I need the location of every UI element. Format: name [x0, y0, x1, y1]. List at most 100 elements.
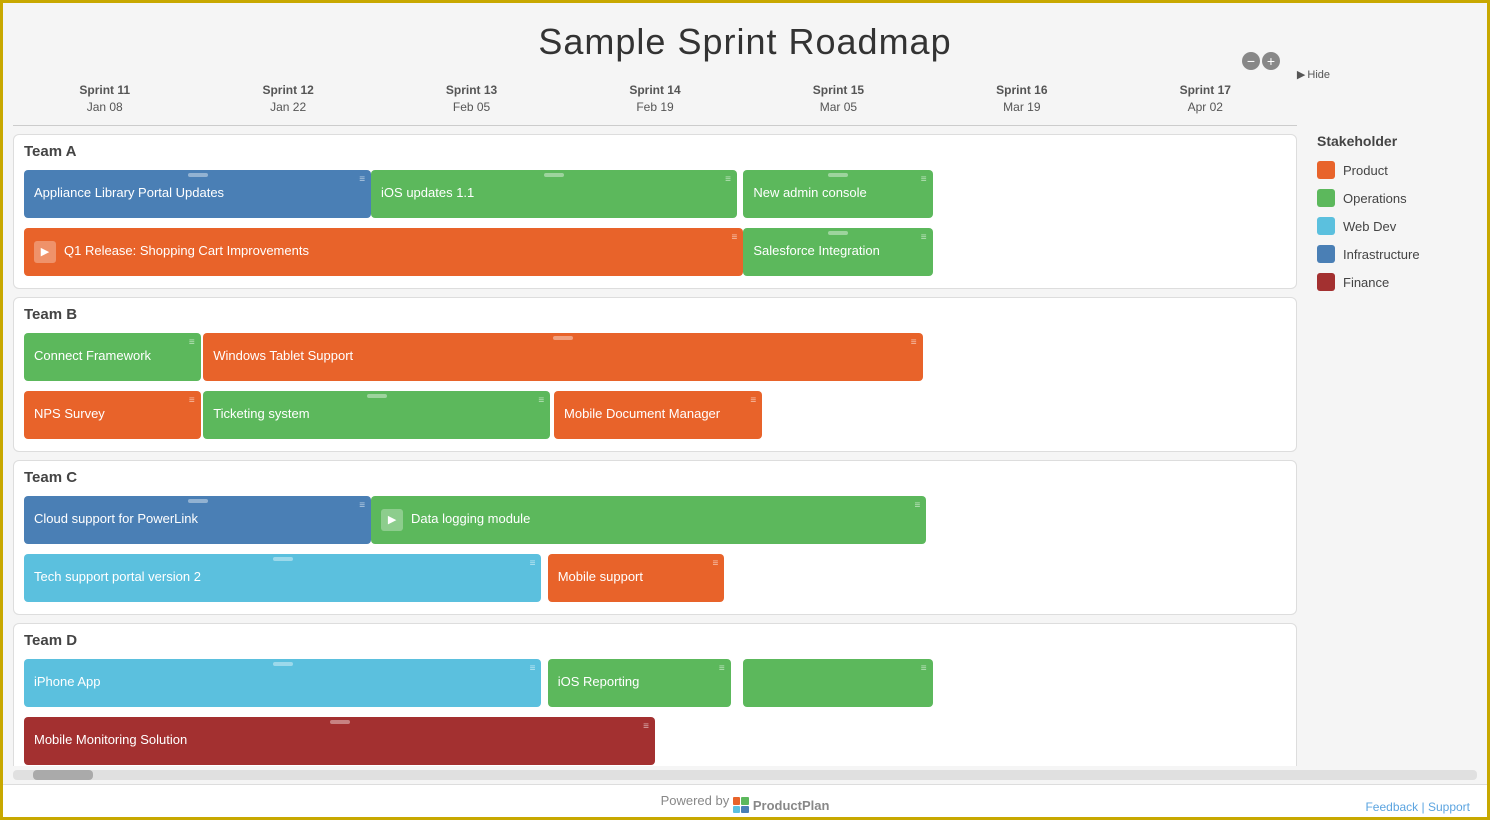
bar-dots-2-1-1: ≡: [713, 558, 719, 569]
team-rows-0: Appliance Library Portal Updates≡iOS upd…: [24, 168, 1286, 278]
bar-expand-2-0-1[interactable]: ▶: [381, 509, 403, 531]
bar-handle-0-0-2: [828, 173, 848, 177]
sprint-header-3: Sprint 14Feb 19: [563, 78, 746, 120]
bar-2-1-1[interactable]: Mobile support≡: [548, 554, 725, 602]
bar-dots-2-0-1: ≡: [914, 500, 920, 511]
zoom-out-button[interactable]: −: [1242, 52, 1260, 70]
sprint-header-5: Sprint 16Mar 19: [930, 78, 1113, 120]
bar-dots-3-1-0: ≡: [643, 721, 649, 732]
bar-label-1-0-0: Connect Framework: [34, 348, 151, 365]
team-title-2: Team C: [24, 469, 1286, 486]
footer-links: Feedback | Support: [1365, 800, 1470, 814]
teams-container: Team AAppliance Library Portal Updates≡i…: [13, 134, 1297, 766]
bar-handle-2-0-0: [188, 499, 208, 503]
bar-label-2-0-0: Cloud support for PowerLink: [34, 511, 198, 528]
bar-0-0-0[interactable]: Appliance Library Portal Updates ≡: [24, 170, 371, 218]
hide-button[interactable]: ▶ Hide: [1297, 68, 1330, 81]
bar-row-2-1: Tech support portal version 2≡Mobile sup…: [24, 552, 1286, 604]
stakeholder-color-2: [1317, 217, 1335, 235]
bar-3-0-1[interactable]: iOS Reporting ≡: [548, 659, 731, 707]
sprint-header-1: Sprint 12Jan 22: [196, 78, 379, 120]
support-link[interactable]: Support: [1428, 800, 1470, 814]
bar-3-1-0[interactable]: Mobile Monitoring Solution ≡: [24, 717, 655, 765]
stakeholder-label-3: Infrastructure: [1343, 247, 1420, 262]
pp-sq-1: [733, 797, 741, 805]
bar-1-1-1[interactable]: Ticketing system≡: [203, 391, 550, 439]
bar-handle-3-0-0: [273, 662, 293, 666]
main-content: Sprint 11Jan 08Sprint 12Jan 22Sprint 13F…: [3, 73, 1487, 766]
bar-dots-0-0-1: ≡: [725, 174, 731, 185]
stakeholder-item-1: Operations: [1317, 189, 1467, 207]
bar-0-0-2[interactable]: New admin console≡: [743, 170, 932, 218]
bar-label-2-1-0: Tech support portal version 2: [34, 569, 201, 586]
brand-name: ProductPlan: [753, 798, 830, 813]
bar-dots-0-0-2: ≡: [921, 174, 927, 185]
pp-sq-3: [733, 806, 741, 814]
bar-1-0-0[interactable]: Connect Framework≡: [24, 333, 201, 381]
bar-dots-1-0-1: ≡: [911, 337, 917, 348]
bar-label-1-1-2: Mobile Document Manager: [564, 406, 720, 423]
sprint-header-0: Sprint 11Jan 08: [13, 78, 196, 120]
bar-handle-0-1-1: [828, 231, 848, 235]
bar-label-3-1-0: Mobile Monitoring Solution: [34, 732, 187, 749]
team-section-0: Team AAppliance Library Portal Updates≡i…: [13, 134, 1297, 289]
bar-label-0-0-0: Appliance Library Portal Updates: [34, 185, 224, 202]
bar-1-0-1[interactable]: Windows Tablet Support≡: [203, 333, 922, 381]
bar-label-3-0-1: iOS Reporting: [558, 674, 640, 691]
stakeholder-color-4: [1317, 273, 1335, 291]
bar-2-0-1[interactable]: ▶Data logging module≡: [371, 496, 926, 544]
bar-row-1-0: Connect Framework≡Windows Tablet Support…: [24, 331, 1286, 383]
team-section-3: Team DiPhone App≡iOS Reporting≡≡Mobile M…: [13, 623, 1297, 766]
team-rows-3: iPhone App≡iOS Reporting≡≡Mobile Monitor…: [24, 657, 1286, 766]
zoom-in-button[interactable]: +: [1262, 52, 1280, 70]
stakeholder-item-2: Web Dev: [1317, 217, 1467, 235]
bar-dots-2-1-0: ≡: [530, 558, 536, 569]
bar-2-1-0[interactable]: Tech support portal version 2 ≡: [24, 554, 541, 602]
footer: Powered by ProductPlan: [3, 784, 1487, 818]
stakeholder-item-3: Infrastructure: [1317, 245, 1467, 263]
bar-0-1-0[interactable]: ▶Q1 Release: Shopping Cart Improvements≡: [24, 228, 743, 276]
productplan-logo: ProductPlan: [733, 797, 830, 813]
bar-row-2-0: Cloud support for PowerLink≡▶Data loggin…: [24, 494, 1286, 546]
bar-1-1-0[interactable]: NPS Survey ≡: [24, 391, 201, 439]
bar-handle-1-1-1: [367, 394, 387, 398]
team-section-2: Team CCloud support for PowerLink≡▶Data …: [13, 460, 1297, 615]
bar-handle-3-1-0: [330, 720, 350, 724]
bar-dots-3-0-2: ≡: [921, 663, 927, 674]
app: Sample Sprint Roadmap − + ▶ Hide Sprint …: [3, 3, 1487, 817]
bar-3-0-0[interactable]: iPhone App≡: [24, 659, 541, 707]
team-title-0: Team A: [24, 143, 1286, 160]
bar-2-0-0[interactable]: Cloud support for PowerLink≡: [24, 496, 371, 544]
scrollbar-thumb[interactable]: [33, 770, 93, 780]
team-title-3: Team D: [24, 632, 1286, 649]
scrollbar[interactable]: [13, 770, 1477, 780]
bar-row-0-0: Appliance Library Portal Updates≡iOS upd…: [24, 168, 1286, 220]
bar-dots-3-0-1: ≡: [719, 663, 725, 674]
stakeholder-item-4: Finance: [1317, 273, 1467, 291]
team-title-1: Team B: [24, 306, 1286, 323]
bar-1-1-2[interactable]: Mobile Document Manager ≡: [554, 391, 762, 439]
stakeholder-color-0: [1317, 161, 1335, 179]
pp-logo-icon: [733, 797, 749, 813]
bar-0-0-1[interactable]: iOS updates 1.1≡: [371, 170, 737, 218]
bar-3-0-2[interactable]: ≡: [743, 659, 932, 707]
bar-dots-0-0-0: ≡: [359, 174, 365, 185]
bar-row-0-1: ▶Q1 Release: Shopping Cart Improvements≡…: [24, 226, 1286, 278]
bar-label-1-1-0: NPS Survey: [34, 406, 105, 423]
sprint-header-6: Sprint 17Apr 02: [1114, 78, 1297, 120]
bar-handle-2-1-0: [273, 557, 293, 561]
bar-dots-0-1-1: ≡: [921, 232, 927, 243]
team-rows-1: Connect Framework≡Windows Tablet Support…: [24, 331, 1286, 441]
stakeholder-label-0: Product: [1343, 163, 1388, 178]
stakeholder-label-2: Web Dev: [1343, 219, 1396, 234]
bar-dots-1-1-0: ≡: [189, 395, 195, 406]
feedback-link[interactable]: Feedback: [1365, 800, 1418, 814]
bar-dots-0-1-0: ≡: [731, 232, 737, 243]
sidebar: Stakeholder ProductOperationsWeb DevInfr…: [1307, 73, 1487, 766]
bar-expand-0-1-0[interactable]: ▶: [34, 241, 56, 263]
bar-dots-1-1-1: ≡: [538, 395, 544, 406]
bar-0-1-1[interactable]: Salesforce Integration≡: [743, 228, 932, 276]
bar-row-3-0: iPhone App≡ iOS Reporting ≡ ≡: [24, 657, 1286, 709]
bar-dots-1-1-2: ≡: [750, 395, 756, 406]
pp-sq-2: [741, 797, 749, 805]
